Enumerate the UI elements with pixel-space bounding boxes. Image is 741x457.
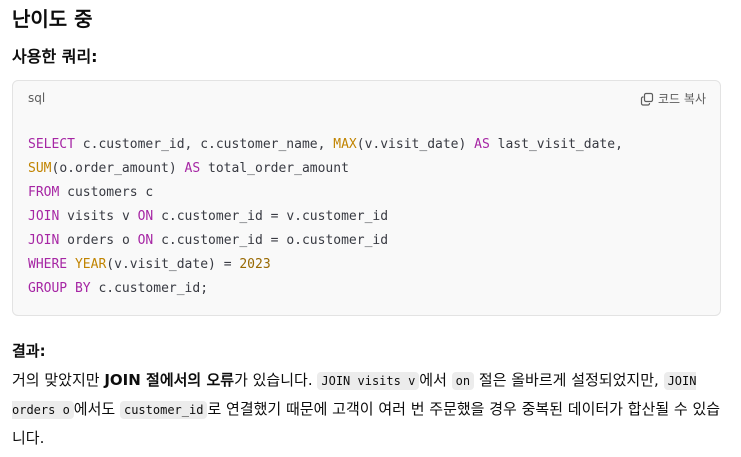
sql-code: SELECT c.customer_id, c.customer_name, M… xyxy=(28,133,623,301)
inline-code: JOIN visits v xyxy=(317,372,420,390)
code-line: FROM customers c xyxy=(28,185,154,200)
result-text: 에서 xyxy=(419,371,452,389)
result-text: 절은 올바르게 설정되었지만, xyxy=(474,371,664,389)
result-text: 거의 맞았지만 xyxy=(12,371,105,389)
query-heading: 사용한 쿼리: xyxy=(12,47,98,66)
code-language-label: sql xyxy=(28,91,46,105)
copy-code-label: 코드 복사 xyxy=(658,92,706,106)
code-line: SELECT c.customer_id, c.customer_name, M… xyxy=(28,137,623,152)
copy-icon xyxy=(640,92,654,106)
result-heading: 결과: xyxy=(12,342,46,360)
result-text: 가 있습니다. xyxy=(234,371,318,389)
code-line: WHERE YEAR(v.visit_date) = 2023 xyxy=(28,257,271,272)
code-line: JOIN visits v ON c.customer_id = v.custo… xyxy=(28,209,389,224)
inline-code: on xyxy=(451,372,475,390)
code-line: JOIN orders o ON c.customer_id = o.custo… xyxy=(28,233,389,248)
inline-code: customer_id xyxy=(119,401,208,419)
code-block: sql 코드 복사 SELECT c.customer_id, c.custom… xyxy=(12,80,721,316)
code-line: GROUP BY c.customer_id; xyxy=(28,281,209,296)
result-bold-text: JOIN 절에서의 오류 xyxy=(104,371,235,389)
difficulty-heading: 난이도 중 xyxy=(12,7,93,31)
result-paragraph: 거의 맞았지만 JOIN 절에서의 오류가 있습니다. JOIN visits … xyxy=(12,366,730,452)
code-line: SUM(o.order_amount) AS total_order_amoun… xyxy=(28,161,349,176)
result-text: 에서도 xyxy=(73,400,120,418)
copy-code-button[interactable]: 코드 복사 xyxy=(640,90,706,107)
